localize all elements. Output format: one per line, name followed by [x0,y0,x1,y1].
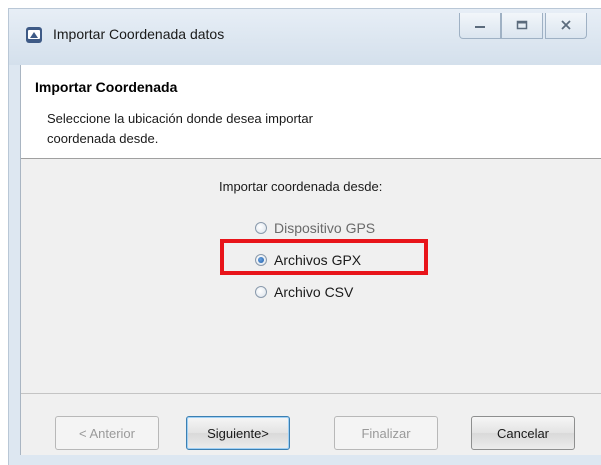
window-title: Importar Coordenada datos [53,26,225,42]
radio-label: Dispositivo GPS [274,220,376,236]
radio-button[interactable] [255,222,267,234]
next-button[interactable]: Siguiente> [186,416,290,450]
radio-button[interactable] [255,286,267,298]
previous-button[interactable]: < Anterior [55,416,159,450]
close-button[interactable] [545,13,587,39]
wizard-description: Seleccione la ubicación donde desea impo… [47,111,313,146]
maximize-icon [516,17,528,35]
minimize-button[interactable] [459,13,501,39]
title-bar[interactable]: Importar Coordenada datos [9,9,601,65]
wizard-header: Importar Coordenada Seleccione la ubicac… [21,65,601,159]
minimize-icon [474,17,486,35]
radio-label: Archivo CSV [274,284,354,300]
finish-button[interactable]: Finalizar [334,416,438,450]
dialog-window: Importar Coordenada datos Importar Coord… [8,8,601,465]
import-source-label: Importar coordenada desde: [219,179,383,194]
wizard-title: Importar Coordenada [35,79,178,95]
radio-dispositivo-gps[interactable]: Dispositivo GPS [255,220,375,236]
close-icon [560,17,572,35]
highlight-box [220,239,428,275]
radio-archivo-csv[interactable]: Archivo CSV [255,284,353,300]
maximize-button[interactable] [501,13,543,39]
app-icon [25,26,43,44]
cancel-button[interactable]: Cancelar [471,416,575,450]
footer-divider [21,393,601,394]
dialog-body: Importar Coordenada Seleccione la ubicac… [20,65,601,455]
